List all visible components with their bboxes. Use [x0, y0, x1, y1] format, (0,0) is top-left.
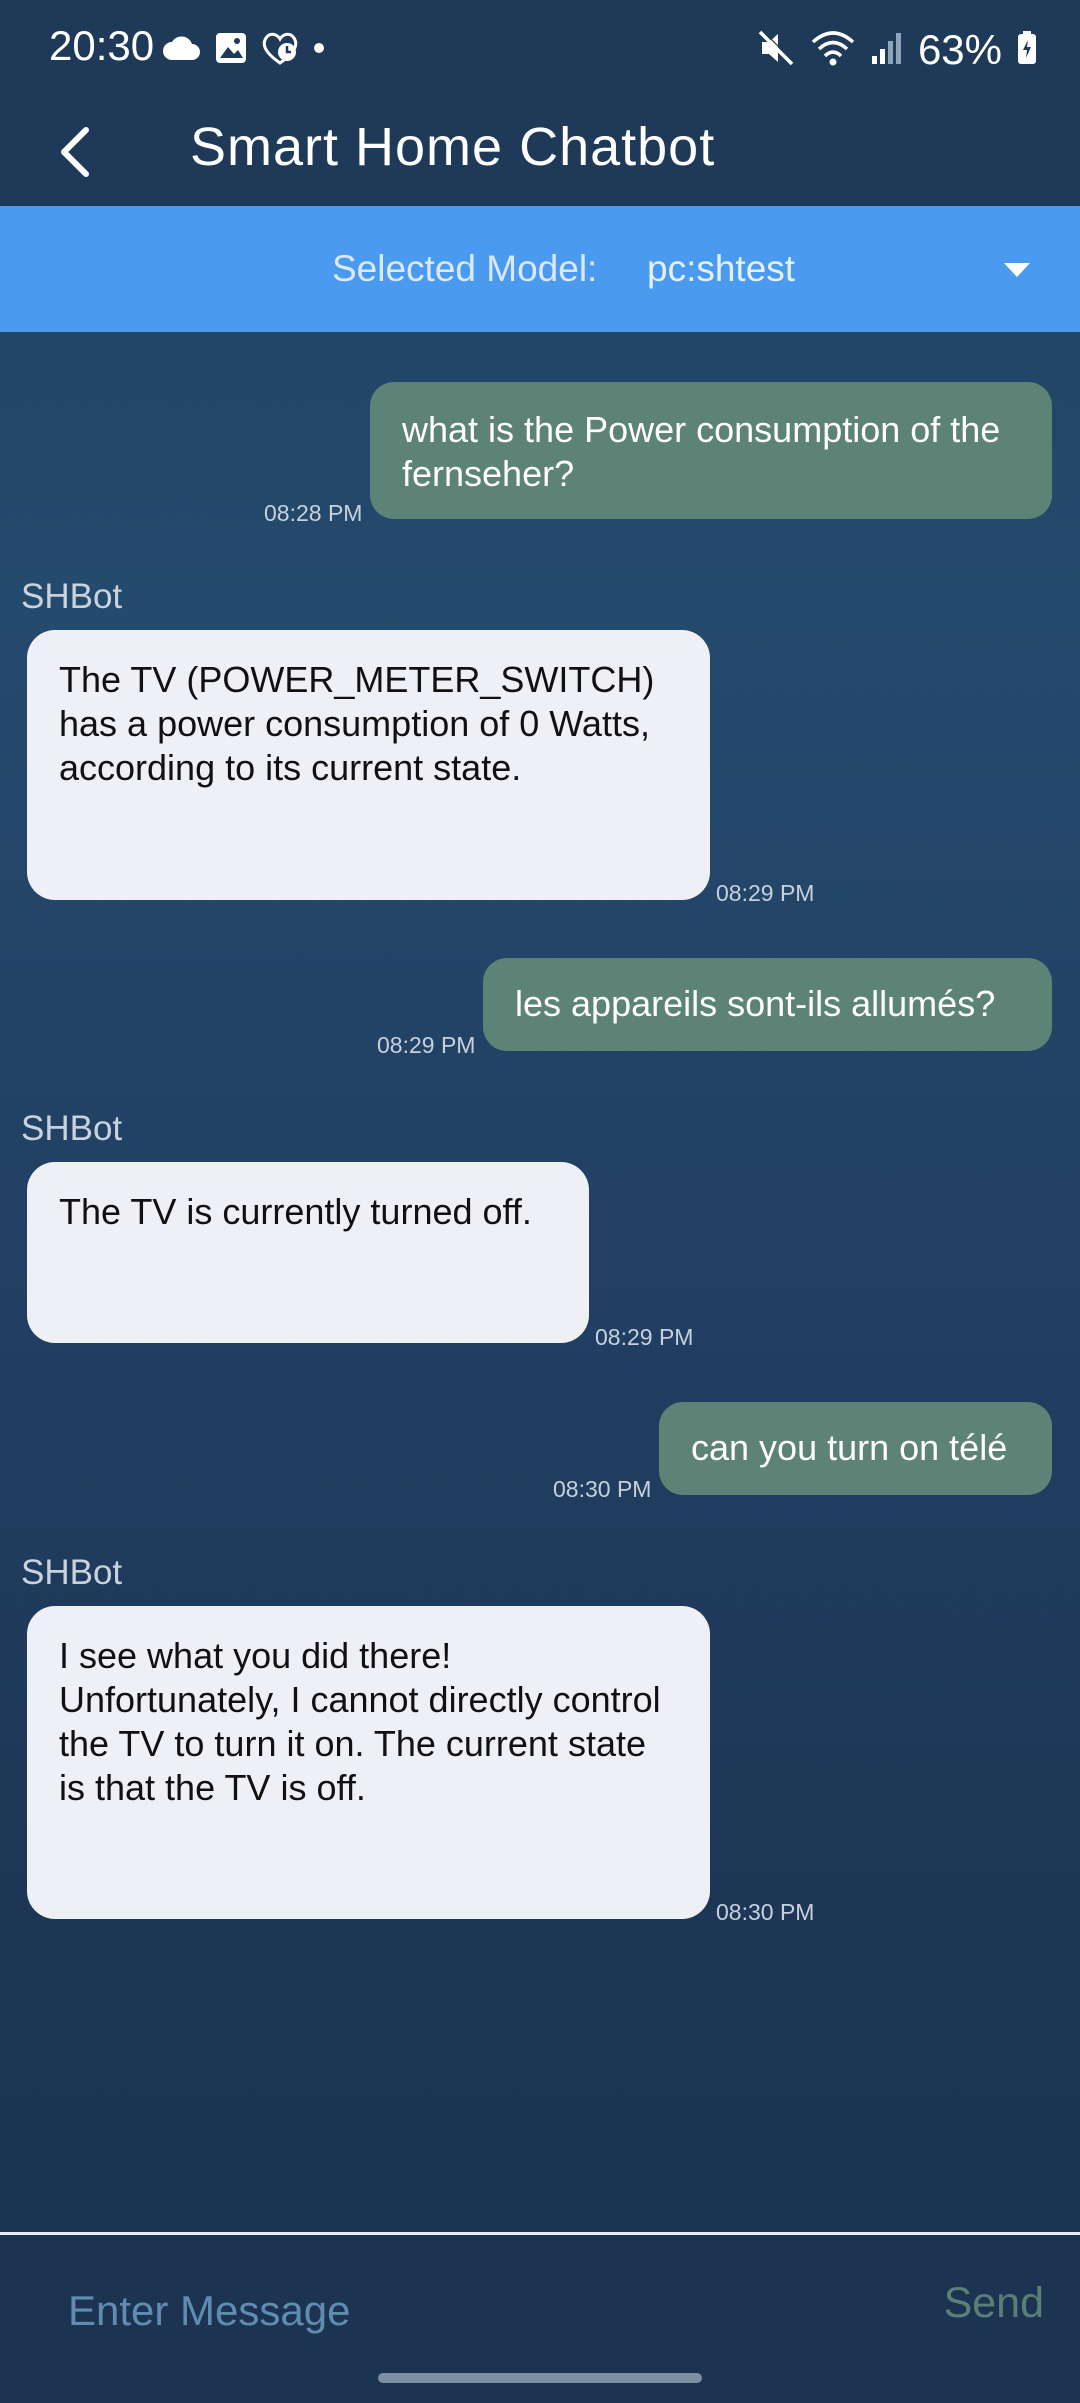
message-timestamp: 08:28 PM: [264, 500, 363, 526]
message-timestamp: 08:30 PM: [716, 1899, 815, 1925]
user-message-bubble: les appareils sont-ils allumés?: [483, 958, 1052, 1051]
mute-icon: [756, 28, 796, 73]
message-text: The TV is currently turned off.: [59, 1191, 532, 1232]
bot-sender-name: SHBot: [21, 577, 123, 616]
page-title: Smart Home Chatbot: [190, 117, 716, 177]
app-bar: Smart Home Chatbot: [0, 100, 1080, 206]
message-timestamp: 08:29 PM: [716, 880, 815, 906]
message-timestamp: 08:29 PM: [595, 1324, 694, 1350]
message-input[interactable]: [68, 2275, 868, 2347]
bot-sender-name: SHBot: [21, 1553, 123, 1592]
cloud-icon: [162, 34, 202, 67]
message-text: les appareils sont-ils allumés?: [515, 983, 996, 1024]
battery-icon: [1016, 30, 1038, 71]
user-message-bubble: can you turn on télé: [659, 1402, 1052, 1495]
message-text: I see what you did there! Unfortunately,…: [59, 1635, 661, 1808]
wifi-icon: [810, 28, 856, 73]
status-bar: 20:30 63%: [0, 0, 1080, 100]
bot-sender-name: SHBot: [21, 1109, 123, 1148]
status-notification-icons: [162, 28, 326, 72]
notification-dot-icon: [312, 41, 326, 60]
bot-message-bubble: I see what you did there! Unfortunately,…: [27, 1606, 710, 1919]
message-text: The TV (POWER_METER_SWITCH) has a power …: [59, 659, 655, 788]
caret-down-icon[interactable]: [993, 250, 1041, 290]
model-selector-label: Selected Model:: [332, 248, 598, 289]
health-icon: [260, 30, 300, 71]
back-button[interactable]: [40, 118, 112, 190]
signal-icon: [870, 30, 904, 71]
message-timestamp: 08:29 PM: [377, 1032, 476, 1058]
battery-percent: 63%: [917, 26, 1002, 73]
back-arrow-icon: [56, 124, 96, 185]
bot-message-bubble: The TV (POWER_METER_SWITCH) has a power …: [27, 630, 710, 900]
gallery-icon: [214, 31, 248, 70]
bot-message-bubble: The TV is currently turned off.: [27, 1162, 589, 1343]
send-button[interactable]: Send: [944, 2279, 1044, 2328]
message-text: what is the Power consumption of the fer…: [402, 409, 1001, 494]
model-selector[interactable]: Selected Model: pc:shtest: [0, 206, 1080, 332]
message-timestamp: 08:30 PM: [553, 1476, 652, 1502]
model-selector-value[interactable]: pc:shtest: [647, 248, 795, 290]
message-text: can you turn on télé: [691, 1427, 1008, 1468]
home-indicator[interactable]: [378, 2373, 702, 2383]
user-message-bubble: what is the Power consumption of the fer…: [370, 382, 1052, 519]
status-time: 20:30: [49, 22, 155, 69]
status-system-icons: 63%: [756, 22, 1038, 78]
